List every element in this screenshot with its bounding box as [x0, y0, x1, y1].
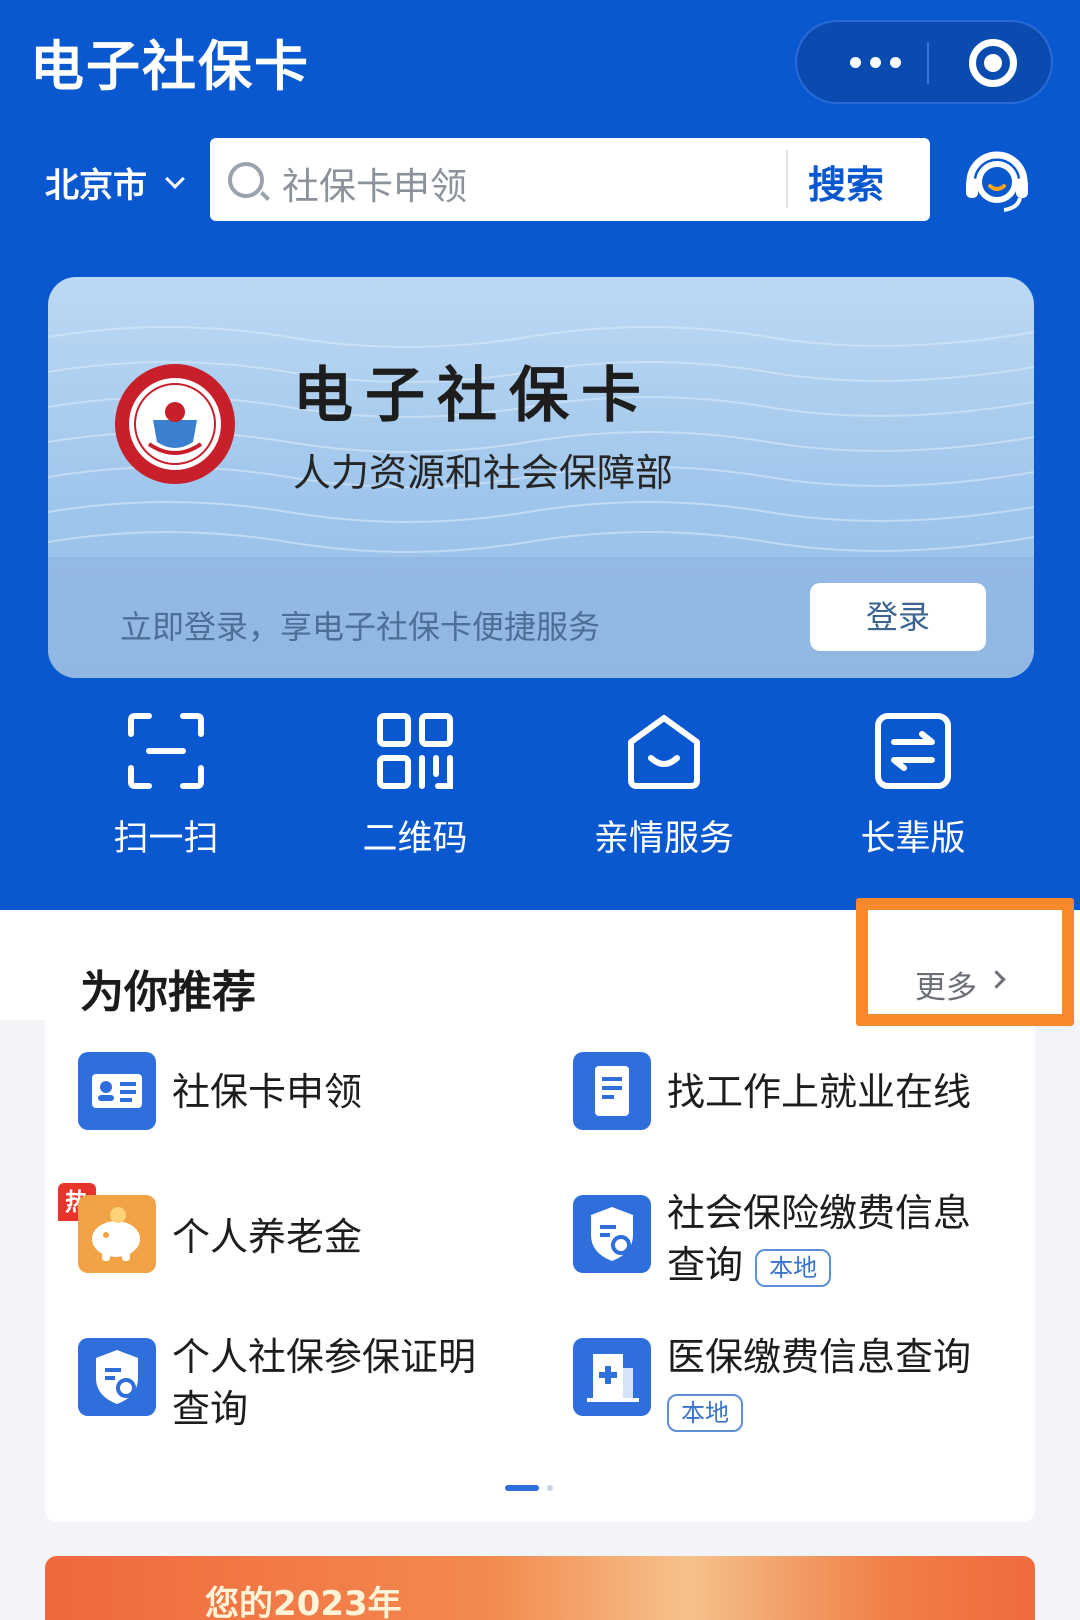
piggy-bank-icon[interactable] [78, 1195, 156, 1273]
recommend-item-label[interactable]: 个人养老金 [172, 1210, 362, 1264]
customer-service-icon[interactable] [960, 142, 1034, 216]
quick-action-label: 扫一扫 [113, 819, 219, 859]
promo-text: 您的2023年 [205, 1584, 402, 1620]
elder-mode-icon [875, 713, 951, 789]
recommend-item-label[interactable]: 找工作上就业在线 [667, 1065, 971, 1119]
shield-search-icon[interactable] [78, 1338, 156, 1416]
recommend-item-label[interactable]: 社会保险缴费信息 [667, 1186, 971, 1240]
recommend-title: 为你推荐 [80, 967, 256, 1018]
pager-dot [547, 1485, 553, 1491]
quick-action-label: 二维码 [362, 819, 468, 859]
banner-subtitle: 人力资源和社会保障部 [293, 451, 674, 495]
social-security-seal-icon [115, 364, 235, 484]
local-tag: 本地 [755, 1248, 832, 1287]
recommend-item-label[interactable]: 个人社保参保证明 [172, 1330, 476, 1384]
scan-icon [128, 713, 204, 789]
qr-code-icon [377, 713, 453, 789]
target-close-icon[interactable] [969, 39, 1017, 87]
search-button[interactable]: 搜索 [808, 154, 884, 209]
recommend-item-label[interactable]: 医保缴费信息查询 [667, 1330, 971, 1384]
promo-banner[interactable]: 您的2023年 [45, 1556, 1035, 1620]
id-card-icon[interactable] [78, 1052, 156, 1130]
quick-action-label: 亲情服务 [593, 819, 734, 859]
document-icon[interactable] [573, 1052, 651, 1130]
banner-title: 电子社保卡 [293, 361, 653, 431]
family-home-icon [628, 715, 700, 789]
capsule-divider [927, 42, 929, 84]
app-title: 电子社保卡 [30, 35, 310, 98]
recommend-item-label-line2[interactable]: 查询 本地 [667, 1238, 832, 1292]
highlight-annotation [856, 898, 1074, 1026]
shield-search-icon[interactable] [573, 1195, 651, 1273]
pager-active-dot [505, 1485, 539, 1491]
search-divider [786, 150, 788, 208]
local-tag: 本地 [667, 1393, 743, 1432]
login-tip: 立即登录，享电子社保卡便捷服务 [120, 608, 601, 646]
social-card-banner[interactable]: 电子社保卡 人力资源和社会保障部 立即登录，享电子社保卡便捷服务 登录 [48, 277, 1034, 678]
local-tag-row: 本地 [667, 1383, 743, 1437]
recommend-item-label: 查询 [667, 1243, 744, 1287]
quick-action-scan[interactable]: 扫一扫 [66, 712, 266, 861]
city-selector[interactable]: 北京市 [45, 158, 147, 207]
recommend-item-label[interactable]: 查询 [172, 1382, 248, 1436]
mini-program-capsule [795, 20, 1053, 104]
medical-building-icon[interactable] [573, 1338, 651, 1416]
more-dots-icon[interactable] [825, 22, 925, 102]
quick-action-qr-code[interactable]: 二维码 [315, 712, 515, 861]
search-input[interactable]: 社保卡申领 [282, 156, 467, 210]
recommend-item-label[interactable]: 社保卡申领 [172, 1065, 362, 1119]
quick-action-family[interactable]: 亲情服务 [564, 712, 764, 861]
login-button[interactable]: 登录 [810, 583, 986, 651]
search-bar[interactable]: 社保卡申领 搜索 [210, 138, 930, 221]
search-icon [228, 162, 264, 198]
quick-action-elder-mode[interactable]: 长辈版 [813, 712, 1013, 861]
quick-action-label: 长辈版 [860, 819, 966, 859]
